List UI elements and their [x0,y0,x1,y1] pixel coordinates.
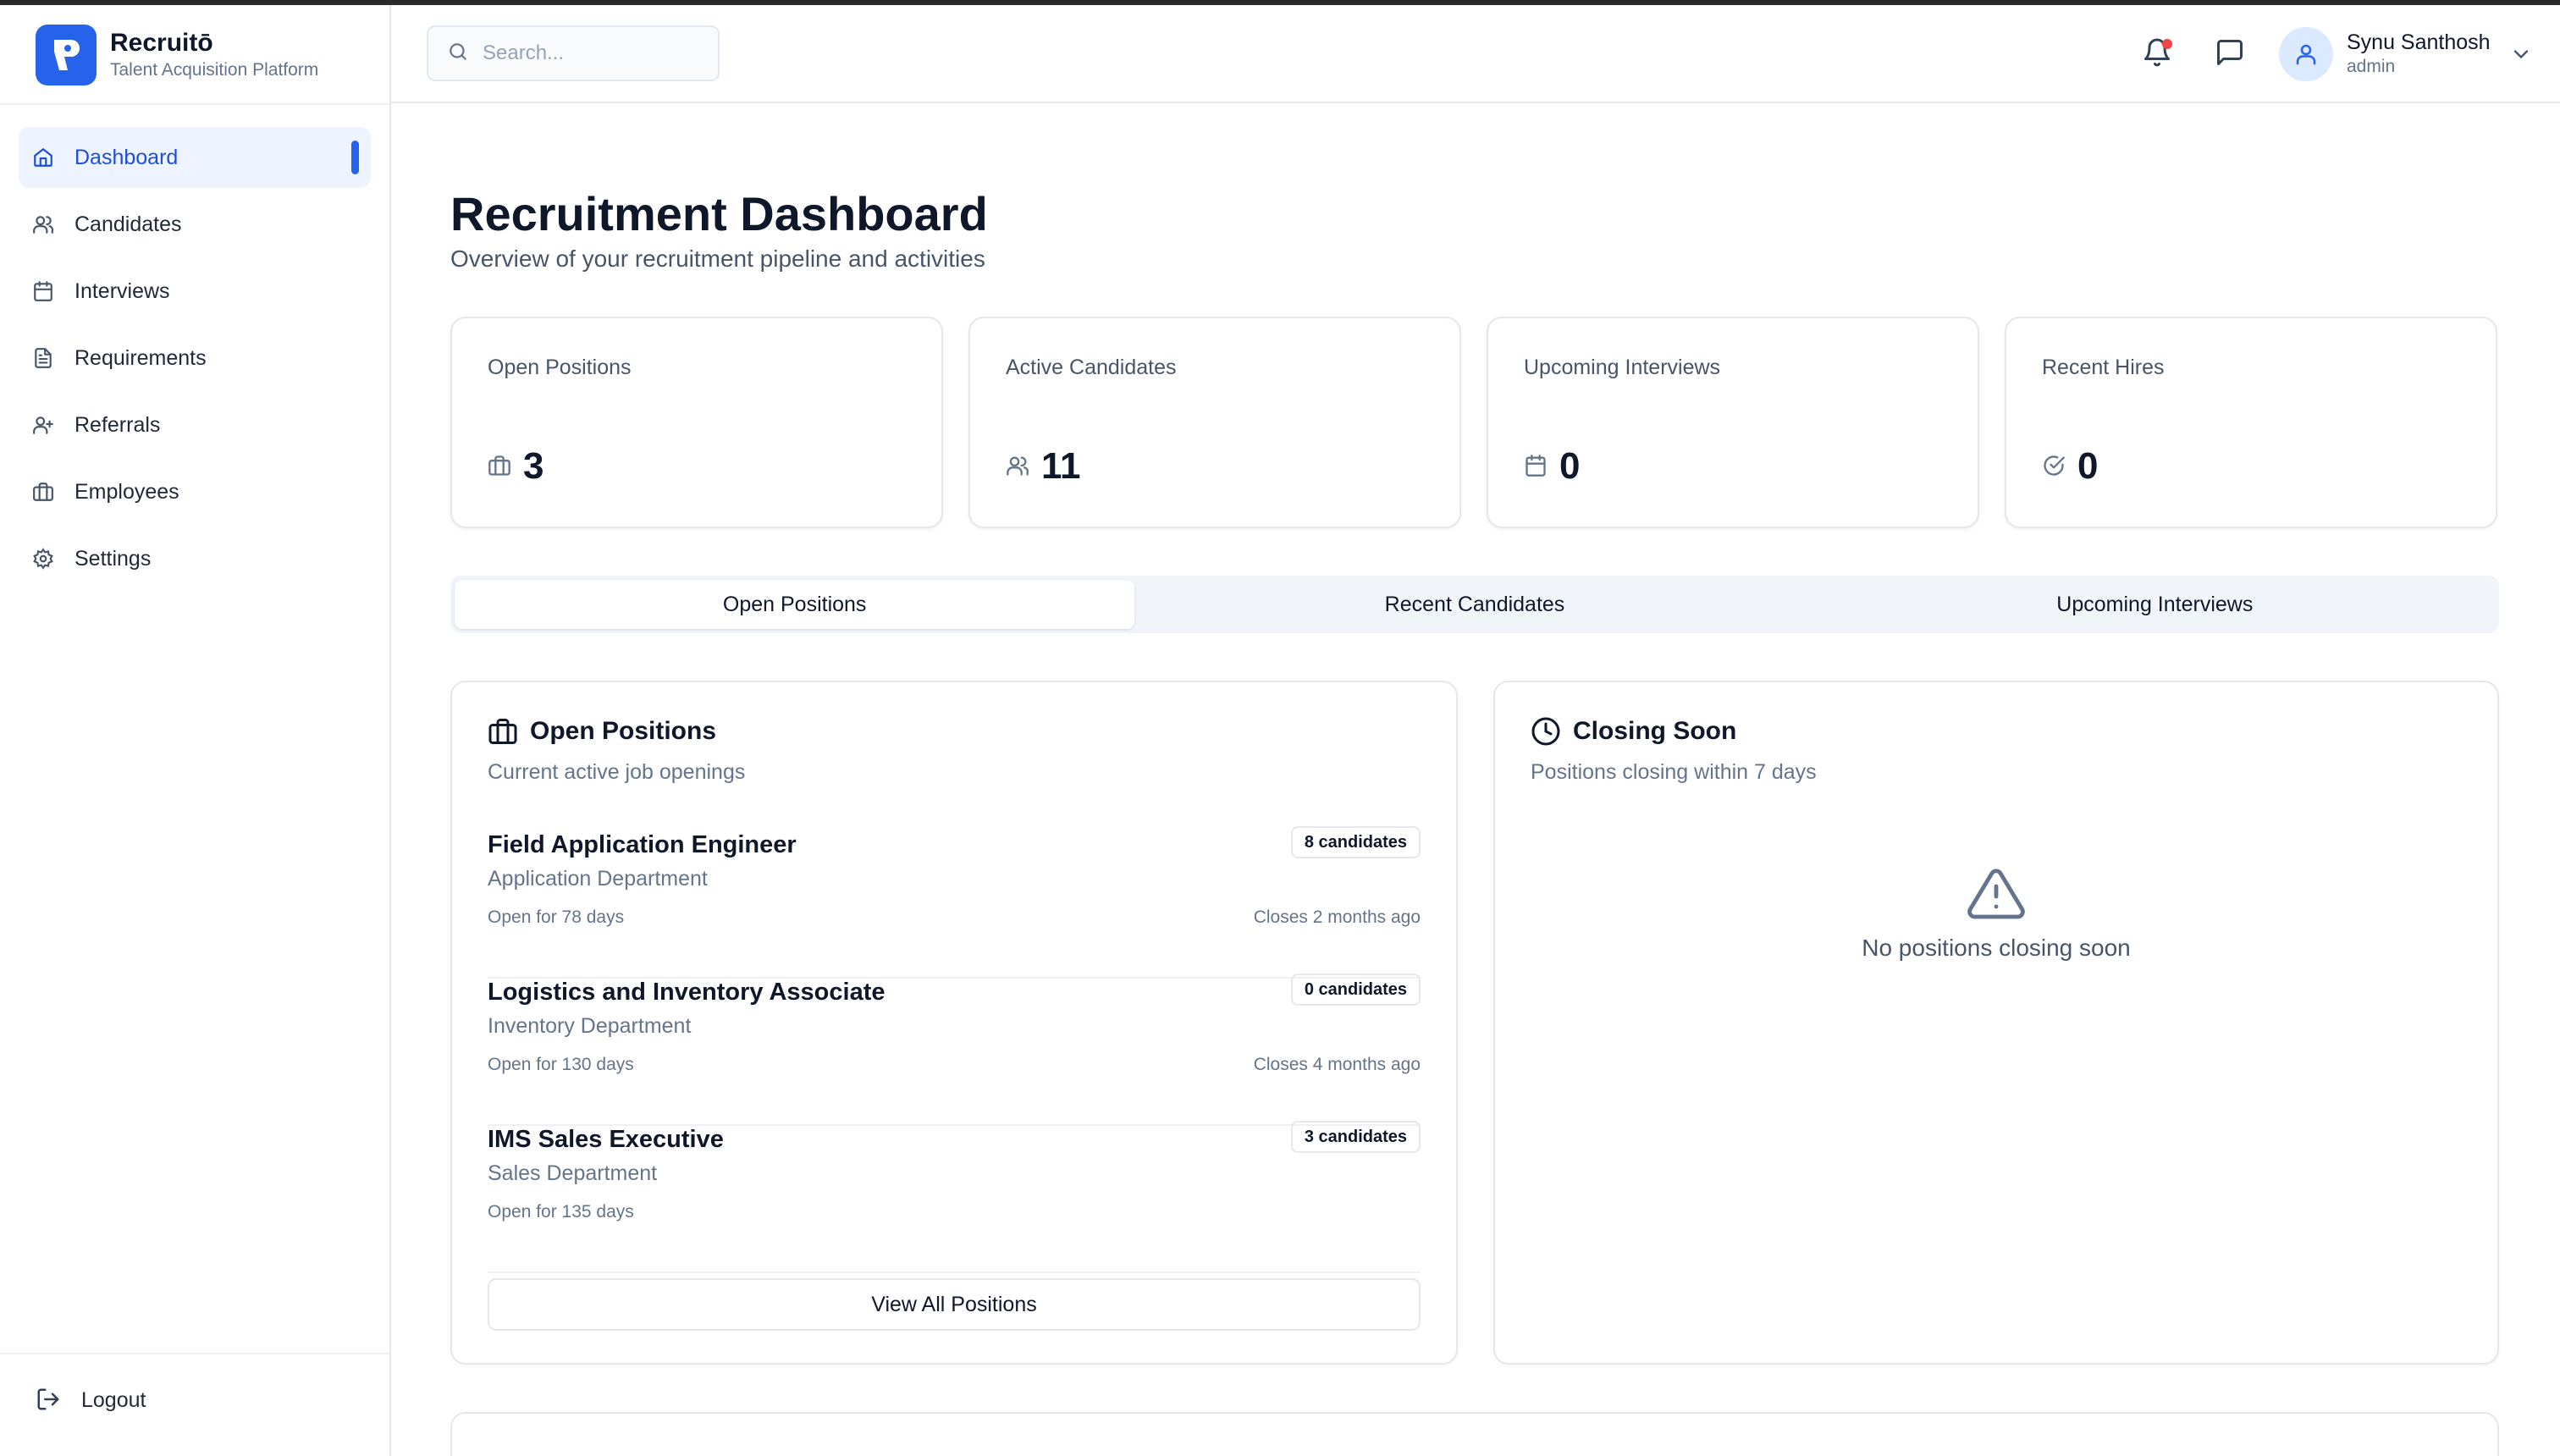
search-input[interactable] [483,41,703,65]
sidebar-item-label: Referrals [74,412,161,437]
logout-label: Logout [81,1387,146,1412]
briefcase-icon [30,479,56,505]
messages-button[interactable] [2211,36,2248,73]
stat-card-open-positions: Open Positions 3 [450,317,943,528]
candidates-badge: 0 candidates [1290,973,1421,1006]
brand[interactable]: Recruitō Talent Acquisition Platform [36,24,318,86]
sidebar-item-requirements[interactable]: Requirements [19,328,371,389]
brand-subtitle: Talent Acquisition Platform [110,60,319,80]
users-icon [1006,454,1031,479]
stat-label: Open Positions [488,356,632,379]
sidebar-item-label: Settings [74,546,152,571]
tab-upcoming-interviews[interactable]: Upcoming Interviews [1815,580,2495,629]
sidebar-footer: Logout [0,1353,389,1456]
panel-subtitle: Positions closing within 7 days [1531,760,1817,784]
chevron-down-icon [2509,42,2533,66]
calendar-icon [1524,454,1549,479]
sidebar-item-label: Dashboard [74,145,179,169]
logout-icon [36,1387,63,1414]
stat-value: 0 [1559,445,1581,487]
file-text-icon [30,345,56,371]
stat-label: Upcoming Interviews [1524,356,1721,379]
active-indicator [351,141,359,174]
candidates-badge: 8 candidates [1290,826,1421,858]
calendar-icon [30,279,56,304]
user-plus-icon [30,412,56,438]
top-header: Synu Santhosh admin [391,5,2560,103]
open-positions-panel: Open Positions Current active job openin… [450,681,1458,1365]
stat-label: Active Candidates [1006,356,1177,379]
page-subtitle: Overview of your recruitment pipeline an… [450,245,985,272]
divider [0,103,389,105]
stat-value: 0 [2077,445,2099,487]
gear-icon [30,546,56,571]
clock-icon [1531,716,1561,747]
home-icon [30,145,56,170]
position-department: Inventory Department [488,1014,692,1038]
sidebar-item-candidates[interactable]: Candidates [19,194,371,255]
position-open-duration: Open for 130 days [488,1055,634,1074]
stat-value: 3 [523,445,544,487]
tab-open-positions[interactable]: Open Positions [455,580,1135,629]
position-closes: Closes 2 months ago [1253,907,1421,927]
position-title: Logistics and Inventory Associate [488,979,886,1006]
stat-card-upcoming-interviews: Upcoming Interviews 0 [1487,317,1979,528]
warning-icon [1966,863,2027,924]
sidebar-item-label: Requirements [74,345,207,370]
stat-value: 11 [1041,445,1081,487]
panel-title: Open Positions [530,717,717,745]
position-department: Sales Department [488,1161,658,1185]
position-closes: Closes 4 months ago [1253,1055,1421,1074]
brand-logo-icon [36,25,97,85]
main-content: Recruitment Dashboard Overview of your r… [391,103,2560,1456]
sidebar-item-settings[interactable]: Settings [19,528,371,589]
sidebar-item-referrals[interactable]: Referrals [19,394,371,455]
panel-title: Closing Soon [1573,717,1737,745]
sidebar-item-label: Candidates [74,212,182,236]
empty-state: No positions closing soon [1495,863,2497,962]
notifications-button[interactable] [2138,36,2176,73]
check-circle-icon [2042,454,2067,479]
logout-button[interactable]: Logout [36,1387,146,1414]
user-role: admin [2347,57,2396,76]
position-title: Field Application Engineer [488,831,797,858]
sidebar-item-label: Interviews [74,279,170,303]
position-title: IMS Sales Executive [488,1126,724,1153]
position-item[interactable]: IMS Sales Executive 3 candidates Sales D… [488,1121,1421,1273]
sidebar-item-employees[interactable]: Employees [19,461,371,522]
tab-recent-candidates[interactable]: Recent Candidates [1134,580,1814,629]
user-menu[interactable]: Synu Santhosh admin [2279,24,2533,85]
notification-dot [2162,39,2172,49]
sidebar-item-interviews[interactable]: Interviews [19,261,371,322]
sidebar: Recruitō Talent Acquisition Platform Das… [0,5,391,1456]
message-icon [2215,37,2245,72]
view-all-positions-button[interactable]: View All Positions [488,1278,1421,1331]
stat-card-active-candidates: Active Candidates 11 [968,317,1461,528]
partial-card [450,1412,2499,1456]
brand-name: Recruitō [110,29,213,57]
search-box[interactable] [427,25,720,81]
position-item[interactable]: Logistics and Inventory Associate 0 cand… [488,973,1421,1126]
panel-subtitle: Current active job openings [488,760,746,784]
page-title: Recruitment Dashboard [450,187,988,240]
stat-card-recent-hires: Recent Hires 0 [2005,317,2497,528]
position-department: Application Department [488,867,708,891]
sidebar-item-label: Employees [74,479,179,504]
closing-soon-panel: Closing Soon Positions closing within 7 … [1493,681,2499,1365]
briefcase-icon [488,454,513,479]
stat-label: Recent Hires [2042,356,2165,379]
empty-state-text: No positions closing soon [1862,935,2131,961]
briefcase-icon [488,716,518,747]
position-item[interactable]: Field Application Engineer 8 candidates … [488,826,1421,979]
position-open-duration: Open for 135 days [488,1202,634,1222]
user-name: Synu Santhosh [2347,30,2491,54]
position-open-duration: Open for 78 days [488,907,625,927]
sidebar-nav: Dashboard Candidates Interviews Requirem… [19,127,371,595]
sidebar-item-dashboard[interactable]: Dashboard [19,127,371,188]
candidates-badge: 3 candidates [1290,1121,1421,1153]
avatar [2279,27,2333,81]
users-icon [30,212,56,237]
search-icon [447,41,469,67]
dashboard-tabs: Open Positions Recent Candidates Upcomin… [450,576,2499,633]
